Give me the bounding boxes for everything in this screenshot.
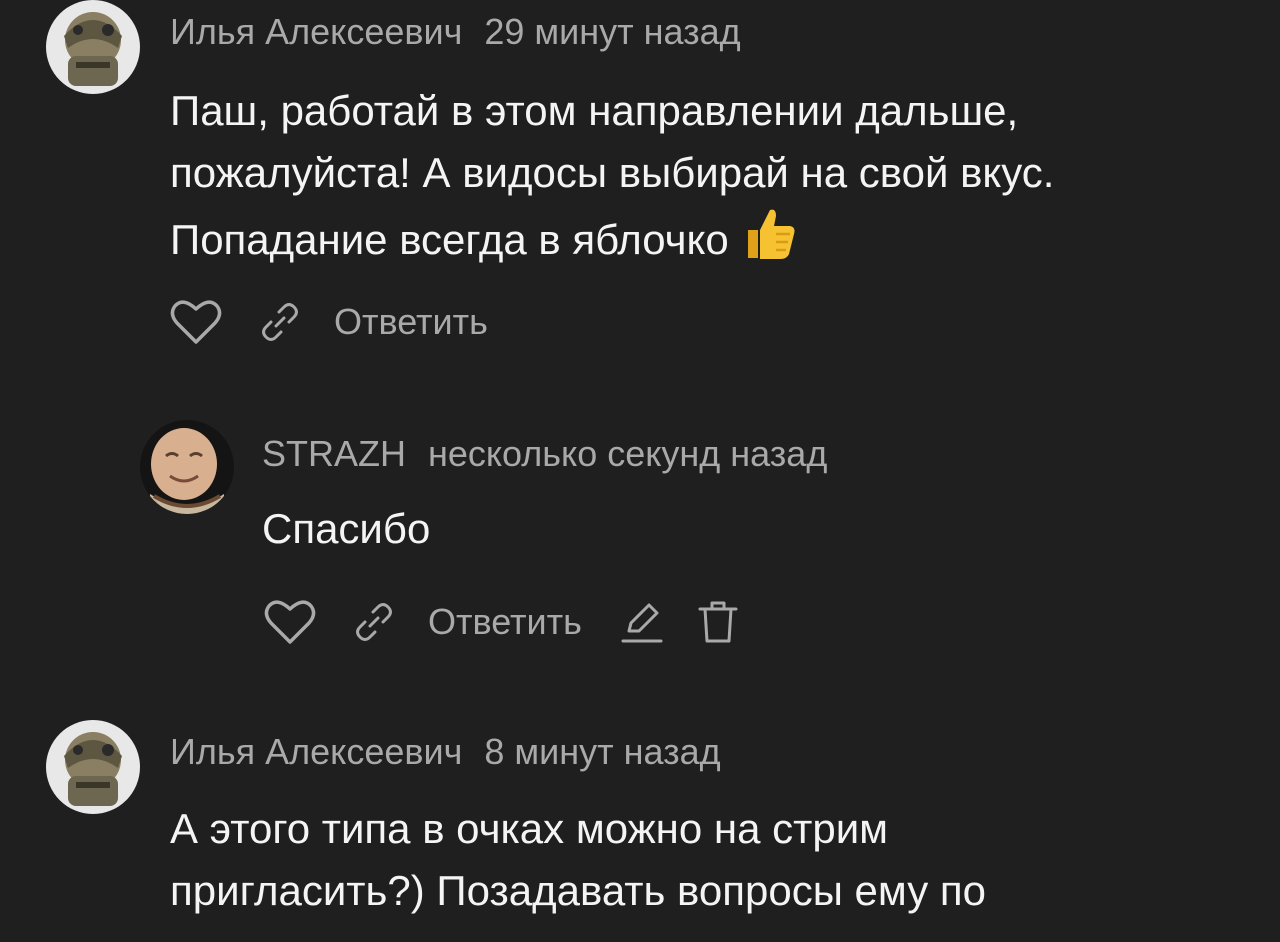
timestamp: 8 минут назад bbox=[484, 731, 721, 772]
like-button[interactable] bbox=[168, 297, 224, 347]
author-name[interactable]: STRAZH bbox=[262, 433, 406, 474]
edit-button[interactable] bbox=[618, 599, 666, 645]
avatar[interactable] bbox=[140, 420, 234, 514]
heart-icon bbox=[264, 600, 316, 644]
heart-icon bbox=[170, 300, 222, 344]
comment-actions: Ответить bbox=[168, 294, 488, 350]
comments-feed: Илья Алексеевич 29 минут назад Паш, работ… bbox=[0, 0, 1280, 942]
comment-text: Паш, работай в этом направлении дальше, … bbox=[170, 80, 1054, 279]
comment: Илья Алексеевич 8 минут назад А этого тип… bbox=[0, 700, 1280, 942]
comment-meta: Илья Алексеевич 29 минут назад bbox=[170, 10, 741, 54]
delete-button[interactable] bbox=[694, 599, 742, 645]
comment-line: Паш, работай в этом направлении дальше, bbox=[170, 87, 1019, 134]
avatar[interactable] bbox=[46, 720, 140, 814]
timestamp: 29 минут назад bbox=[484, 11, 741, 52]
comment-line: пожалуйста! А видосы выбирай на свой вку… bbox=[170, 149, 1055, 196]
comment-line: Попадание всегда в яблочко bbox=[170, 204, 1054, 279]
reply-button[interactable]: Ответить bbox=[334, 301, 488, 343]
trash-icon bbox=[698, 601, 738, 643]
comment-text: А этого типа в очках можно на стрим приг… bbox=[170, 798, 986, 922]
timestamp: несколько секунд назад bbox=[428, 433, 828, 474]
reply-comment: STRAZH несколько секунд назад Спасибо Отв… bbox=[0, 380, 1280, 680]
author-name[interactable]: Илья Алексеевич bbox=[170, 11, 462, 52]
comment-meta: Илья Алексеевич 8 минут назад bbox=[170, 730, 721, 774]
comment: Илья Алексеевич 29 минут назад Паш, работ… bbox=[0, 0, 1280, 380]
pencil-icon bbox=[621, 603, 663, 643]
link-icon bbox=[356, 603, 392, 641]
thumbs-up-icon bbox=[740, 204, 798, 279]
comment-actions: Ответить bbox=[262, 594, 742, 650]
like-button[interactable] bbox=[262, 597, 318, 647]
comment-line: пригласить?) Позадавать вопросы ему по bbox=[170, 867, 987, 914]
share-button[interactable] bbox=[256, 300, 304, 344]
comment-line: Спасибо bbox=[262, 505, 431, 552]
link-icon bbox=[262, 303, 298, 341]
comment-text: Спасибо bbox=[262, 498, 430, 560]
comment-meta: STRAZH несколько секунд назад bbox=[262, 432, 827, 476]
avatar[interactable] bbox=[46, 0, 140, 94]
share-button[interactable] bbox=[350, 600, 398, 644]
author-name[interactable]: Илья Алексеевич bbox=[170, 731, 462, 772]
comment-line: А этого типа в очках можно на стрим bbox=[170, 805, 889, 852]
reply-button[interactable]: Ответить bbox=[428, 601, 582, 643]
